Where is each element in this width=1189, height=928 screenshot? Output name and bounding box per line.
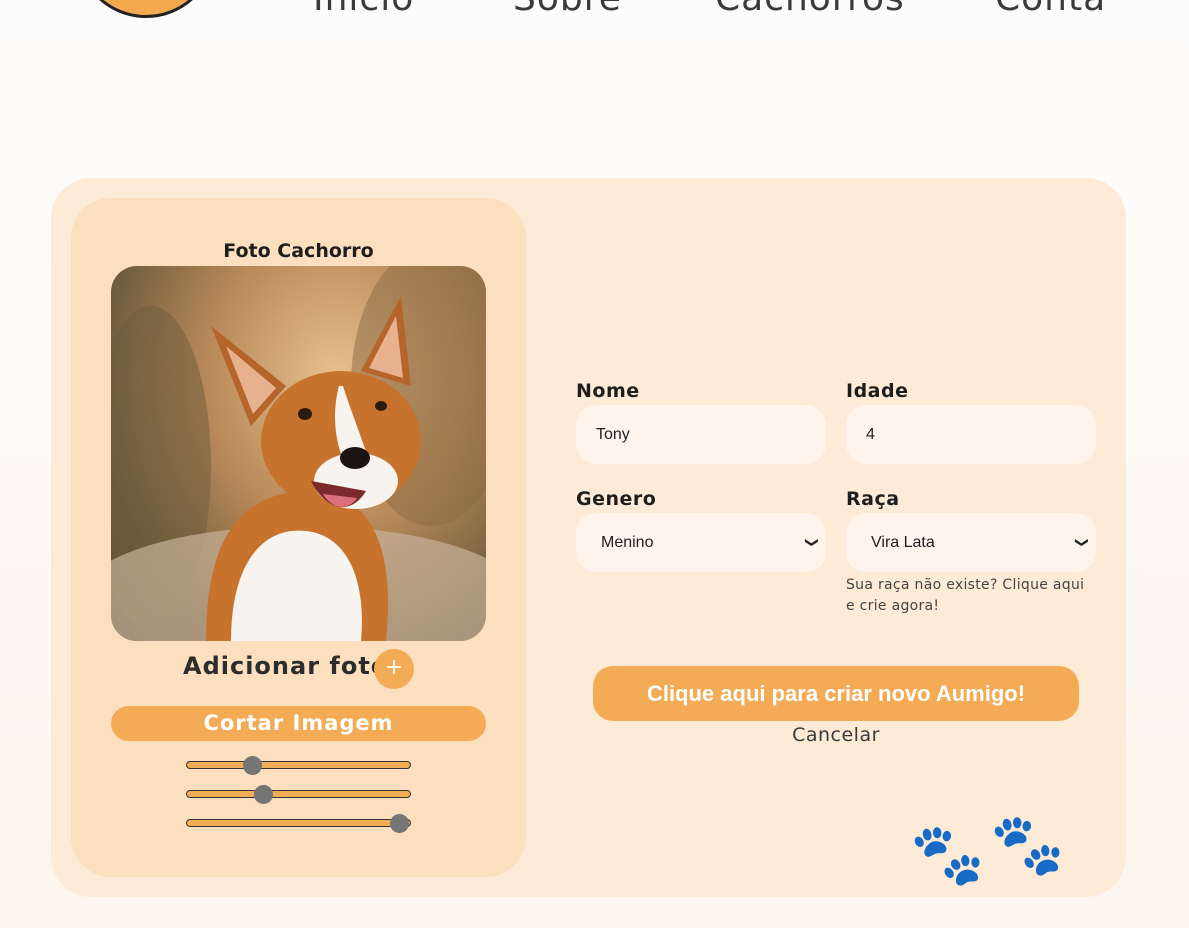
nav-item-inicio[interactable]: Início [313,0,414,19]
chevron-down-icon: ❯ [805,537,821,548]
crop-slider-2[interactable] [186,785,411,804]
nav-item-conta[interactable]: Conta [995,0,1106,19]
breed-label: Raça [846,488,900,510]
dog-photo [111,266,486,641]
nav-item-sobre[interactable]: Sobre [513,0,622,19]
slider-thumb[interactable] [389,814,409,833]
slider-thumb[interactable] [242,756,262,775]
gender-label: Genero [576,488,657,510]
photo-panel-title: Foto Cachorro [223,240,374,262]
gender-select[interactable]: Menino ❯ [576,513,826,572]
name-field[interactable] [576,405,826,464]
create-dog-button[interactable]: Clique aqui para criar novo Aumigo! [593,666,1079,721]
create-breed-link[interactable]: Sua raça não existe? Clique aqui e crie … [846,575,1096,617]
nav-item-cachorros[interactable]: Cachorros [715,0,905,19]
add-photo-label: Adicionar foto [183,652,389,680]
crop-image-button[interactable]: Cortar Imagem [111,706,486,741]
cancel-button[interactable]: Cancelar [593,724,1079,746]
breed-selected-value: Vira Lata [871,534,935,551]
gender-selected-value: Menino [601,534,654,551]
logo[interactable] [76,0,216,18]
name-label: Nome [576,380,640,402]
age-label: Idade [846,380,909,402]
crop-slider-1[interactable] [186,756,411,775]
slider-thumb[interactable] [253,785,273,804]
crop-slider-3[interactable] [186,814,411,833]
paw-icon: 🐾 [990,810,1065,880]
paw-icon: 🐾 [910,820,985,890]
age-field[interactable] [846,405,1096,464]
chevron-down-icon: ❯ [1075,537,1091,548]
breed-select[interactable]: Vira Lata ❯ [846,513,1096,572]
add-photo-button[interactable]: + [374,649,414,689]
